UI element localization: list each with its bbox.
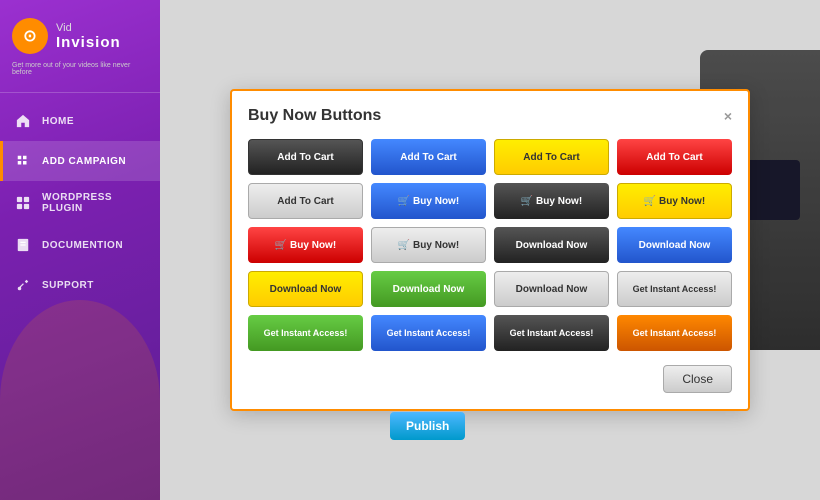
download-now-silver-button[interactable]: Download Now [494, 271, 609, 307]
buy-now-red-button[interactable]: 🛒 Buy Now! [248, 227, 363, 263]
home-icon [14, 112, 32, 130]
nav-label-campaign: ADD CAMPAIGN [42, 156, 126, 167]
logo-invision: Invision [56, 34, 121, 51]
sidebar-item-add-campaign[interactable]: ADD CAMPAIGN [0, 141, 160, 181]
button-grid: Add To Cart Add To Cart Add To Cart Add … [248, 139, 732, 351]
add-to-cart-blue-button[interactable]: Add To Cart [371, 139, 486, 175]
logo-text: Vid Invision [56, 22, 121, 51]
buy-now-yellow-button[interactable]: 🛒 Buy Now! [617, 183, 732, 219]
modal-header: Buy Now Buttons × [248, 107, 732, 125]
logo: ⊙ Vid Invision [0, 0, 133, 60]
nav-label-home: HOME [42, 116, 74, 127]
sidebar-item-documentation[interactable]: DOCUMENTION [0, 225, 160, 265]
nav-label-wordpress: WORDPRESS PLUGIN [42, 192, 146, 214]
main-content: Buy Now Buttons × Add To Cart Add To Car… [160, 0, 820, 500]
download-now-green-button[interactable]: Download Now [371, 271, 486, 307]
buy-now-silver-button[interactable]: 🛒 Buy Now! [371, 227, 486, 263]
buy-now-buttons-modal: Buy Now Buttons × Add To Cart Add To Car… [230, 89, 750, 411]
sidebar: ⊙ Vid Invision Get more out of your vide… [0, 0, 160, 500]
modal-close-x-button[interactable]: × [724, 108, 732, 124]
get-instant-access-orange-button[interactable]: Get Instant Access! [617, 315, 732, 351]
modal-title: Buy Now Buttons [248, 107, 381, 125]
add-to-cart-yellow-button[interactable]: Add To Cart [494, 139, 609, 175]
puzzle-icon [14, 194, 32, 212]
logo-tagline: Get more out of your videos like never b… [0, 60, 160, 78]
logo-vid: Vid [56, 22, 121, 34]
download-now-dark-button[interactable]: Download Now [494, 227, 609, 263]
sidebar-item-home[interactable]: HOME [0, 101, 160, 141]
publish-button[interactable]: Publish [390, 412, 465, 440]
get-instant-access-blue-button[interactable]: Get Instant Access! [371, 315, 486, 351]
sidebar-nav: HOME ADD CAMPAIGN WORDPRESS PLUGIN DOCUM… [0, 101, 160, 305]
add-to-cart-red-button[interactable]: Add To Cart [617, 139, 732, 175]
nav-label-documentation: DOCUMENTION [42, 240, 123, 251]
close-button[interactable]: Close [663, 365, 732, 393]
nav-label-support: SUPPORT [42, 280, 94, 291]
download-now-yellow-button[interactable]: Download Now [248, 271, 363, 307]
get-instant-access-dark-button[interactable]: Get Instant Access! [494, 315, 609, 351]
buy-now-blue-button[interactable]: 🛒 Buy Now! [371, 183, 486, 219]
sidebar-item-wordpress[interactable]: WORDPRESS PLUGIN [0, 181, 160, 225]
add-to-cart-dark-button[interactable]: Add To Cart [248, 139, 363, 175]
logo-icon: ⊙ [12, 18, 48, 54]
get-instant-access-silver-button[interactable]: Get Instant Access! [617, 271, 732, 307]
sidebar-divider [0, 92, 160, 93]
modal-overlay: Buy Now Buttons × Add To Cart Add To Car… [160, 0, 820, 500]
add-to-cart-silver-button[interactable]: Add To Cart [248, 183, 363, 219]
download-now-blue-button[interactable]: Download Now [617, 227, 732, 263]
wrench-icon [14, 276, 32, 294]
buy-now-dark-button[interactable]: 🛒 Buy Now! [494, 183, 609, 219]
plus-icon [14, 152, 32, 170]
book-icon [14, 236, 32, 254]
get-instant-access-green-button[interactable]: Get Instant Access! [248, 315, 363, 351]
modal-footer: Close [248, 365, 732, 393]
sidebar-item-support[interactable]: SUPPORT [0, 265, 160, 305]
